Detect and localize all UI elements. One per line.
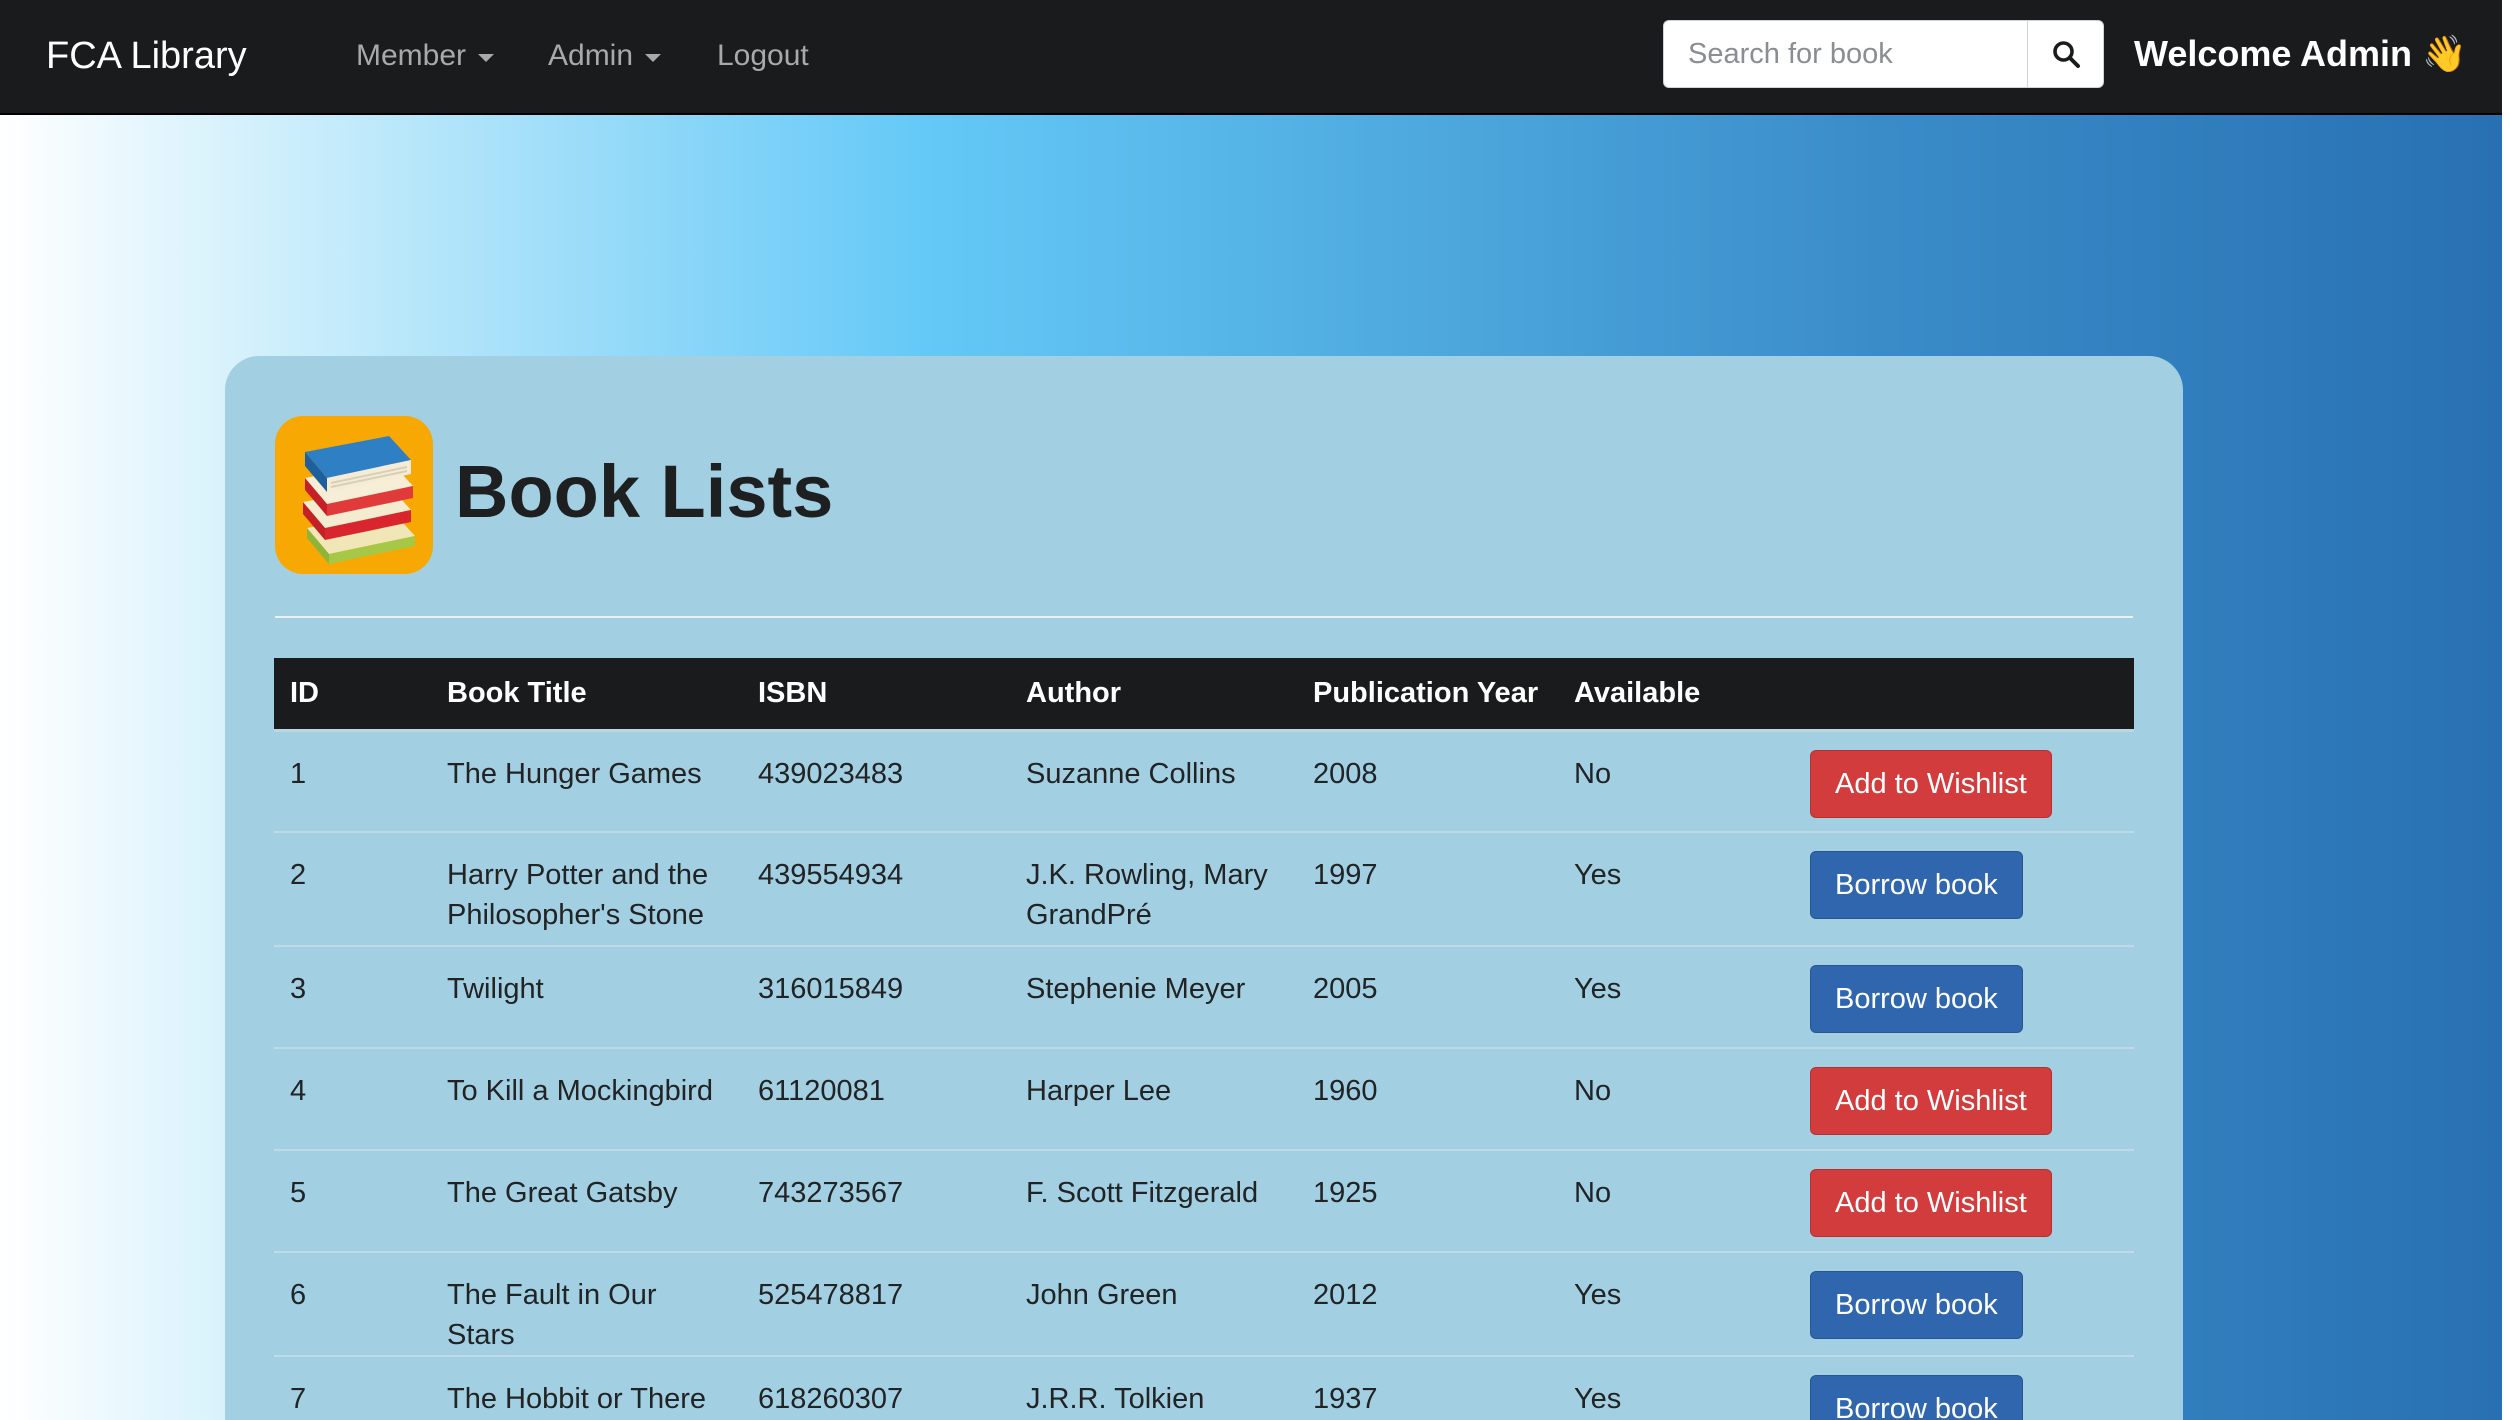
- nav-admin-dropdown[interactable]: Admin: [548, 30, 662, 82]
- nav-admin-label: Admin: [548, 39, 634, 72]
- nav-logout-label: Logout: [717, 39, 809, 72]
- nav-member-dropdown[interactable]: Member: [356, 30, 495, 82]
- cell-available: No: [1558, 730, 1794, 833]
- table-row: 5 The Great Gatsby 743273567 F. Scott Fi…: [274, 1150, 2134, 1253]
- cell-id: 1: [274, 730, 431, 833]
- nav-logout-link[interactable]: Logout: [717, 30, 809, 82]
- cell-year: 1937: [1297, 1356, 1558, 1420]
- nav-member-label: Member: [356, 39, 467, 72]
- column-header: Author: [1010, 658, 1297, 732]
- table-row: 7 The Hobbit or There 618260307 J.R.R. T…: [274, 1356, 2134, 1420]
- cell-action: Borrow book: [1794, 1356, 2134, 1420]
- table-header-row: ID Book Title ISBN Author Publication Ye…: [274, 658, 2134, 732]
- cell-author: F. Scott Fitzgerald: [1010, 1150, 1297, 1253]
- page-background: FCA Library Member Admin Logout Welcome …: [0, 0, 2502, 1420]
- cell-available: No: [1558, 1150, 1794, 1253]
- cell-available: Yes: [1558, 832, 1794, 947]
- cell-isbn: 61120081: [742, 1048, 1010, 1151]
- column-header: ISBN: [742, 658, 1010, 732]
- page-title: Book Lists: [455, 450, 834, 533]
- cell-action: Add to Wishlist: [1794, 1048, 2134, 1151]
- cell-available: Yes: [1558, 1356, 1794, 1420]
- cell-year: 2012: [1297, 1252, 1558, 1357]
- cell-year: 1960: [1297, 1048, 1558, 1151]
- table-row: 2 Harry Potter and the Philosopher's Sto…: [274, 832, 2134, 947]
- divider: [275, 616, 2133, 618]
- borrow-book-button[interactable]: Borrow book: [1810, 851, 2023, 919]
- cell-available: No: [1558, 1048, 1794, 1151]
- cell-title: The Fault in Our Stars: [431, 1252, 742, 1357]
- brand-link[interactable]: FCA Library: [46, 30, 247, 82]
- cell-action: Add to Wishlist: [1794, 1150, 2134, 1253]
- search-button[interactable]: [2027, 20, 2104, 88]
- borrow-book-button[interactable]: Borrow book: [1810, 965, 2023, 1033]
- column-header: Publication Year: [1297, 658, 1558, 732]
- cell-title: To Kill a Mockingbird: [431, 1048, 742, 1151]
- cell-available: Yes: [1558, 946, 1794, 1049]
- cell-title: The Hunger Games: [431, 730, 742, 833]
- search-form: [1663, 20, 2104, 88]
- cell-author: J.K. Rowling, Mary GrandPré: [1010, 832, 1297, 947]
- table-row: 4 To Kill a Mockingbird 61120081 Harper …: [274, 1048, 2134, 1151]
- cell-isbn: 743273567: [742, 1150, 1010, 1253]
- chevron-down-icon: [478, 54, 495, 62]
- cell-isbn: 525478817: [742, 1252, 1010, 1357]
- column-header: [1794, 658, 2134, 732]
- cell-isbn: 316015849: [742, 946, 1010, 1049]
- cell-author: Harper Lee: [1010, 1048, 1297, 1151]
- book-list-panel: Book Lists ID Book Title ISBN Author Pub…: [225, 356, 2183, 1420]
- cell-available: Yes: [1558, 1252, 1794, 1357]
- add-to-wishlist-button[interactable]: Add to Wishlist: [1810, 1169, 2052, 1237]
- cell-id: 5: [274, 1150, 431, 1253]
- cell-year: 1925: [1297, 1150, 1558, 1253]
- books-icon: [275, 416, 433, 574]
- cell-title: The Great Gatsby: [431, 1150, 742, 1253]
- cell-title: Harry Potter and the Philosopher's Stone: [431, 832, 742, 947]
- cell-action: Borrow book: [1794, 946, 2134, 1049]
- cell-isbn: 439023483: [742, 730, 1010, 833]
- cell-author: John Green: [1010, 1252, 1297, 1357]
- books-table: ID Book Title ISBN Author Publication Ye…: [274, 658, 2134, 1420]
- search-input[interactable]: [1663, 20, 2027, 88]
- cell-year: 2008: [1297, 730, 1558, 833]
- column-header: Available: [1558, 658, 1794, 732]
- cell-id: 7: [274, 1356, 431, 1420]
- cell-id: 6: [274, 1252, 431, 1357]
- top-navbar: FCA Library Member Admin Logout Welcome …: [0, 0, 2502, 115]
- cell-isbn: 439554934: [742, 832, 1010, 947]
- cell-title: The Hobbit or There: [431, 1356, 742, 1420]
- cell-title: Twilight: [431, 946, 742, 1049]
- chevron-down-icon: [645, 54, 662, 62]
- table-row: 3 Twilight 316015849 Stephenie Meyer 200…: [274, 946, 2134, 1049]
- cell-id: 2: [274, 832, 431, 947]
- cell-id: 4: [274, 1048, 431, 1151]
- cell-year: 2005: [1297, 946, 1558, 1049]
- cell-year: 1997: [1297, 832, 1558, 947]
- add-to-wishlist-button[interactable]: Add to Wishlist: [1810, 749, 2052, 818]
- table-row: 1 The Hunger Games 439023483 Suzanne Col…: [274, 730, 2134, 833]
- cell-isbn: 618260307: [742, 1356, 1010, 1420]
- cell-action: Add to Wishlist: [1794, 730, 2134, 833]
- column-header: ID: [274, 658, 431, 732]
- window-edge: [2502, 0, 2510, 1420]
- borrow-book-button[interactable]: Borrow book: [1810, 1271, 2023, 1339]
- cell-action: Borrow book: [1794, 832, 2134, 947]
- cell-id: 3: [274, 946, 431, 1049]
- cell-author: J.R.R. Tolkien: [1010, 1356, 1297, 1420]
- borrow-book-button[interactable]: Borrow book: [1810, 1375, 2023, 1420]
- cell-action: Borrow book: [1794, 1252, 2134, 1357]
- column-header: Book Title: [431, 658, 742, 732]
- cell-author: Stephenie Meyer: [1010, 946, 1297, 1049]
- cell-author: Suzanne Collins: [1010, 730, 1297, 833]
- table-row: 6 The Fault in Our Stars 525478817 John …: [274, 1252, 2134, 1357]
- welcome-message: Welcome Admin 👋: [2134, 33, 2467, 74]
- search-icon: [2052, 41, 2080, 68]
- add-to-wishlist-button[interactable]: Add to Wishlist: [1810, 1067, 2052, 1135]
